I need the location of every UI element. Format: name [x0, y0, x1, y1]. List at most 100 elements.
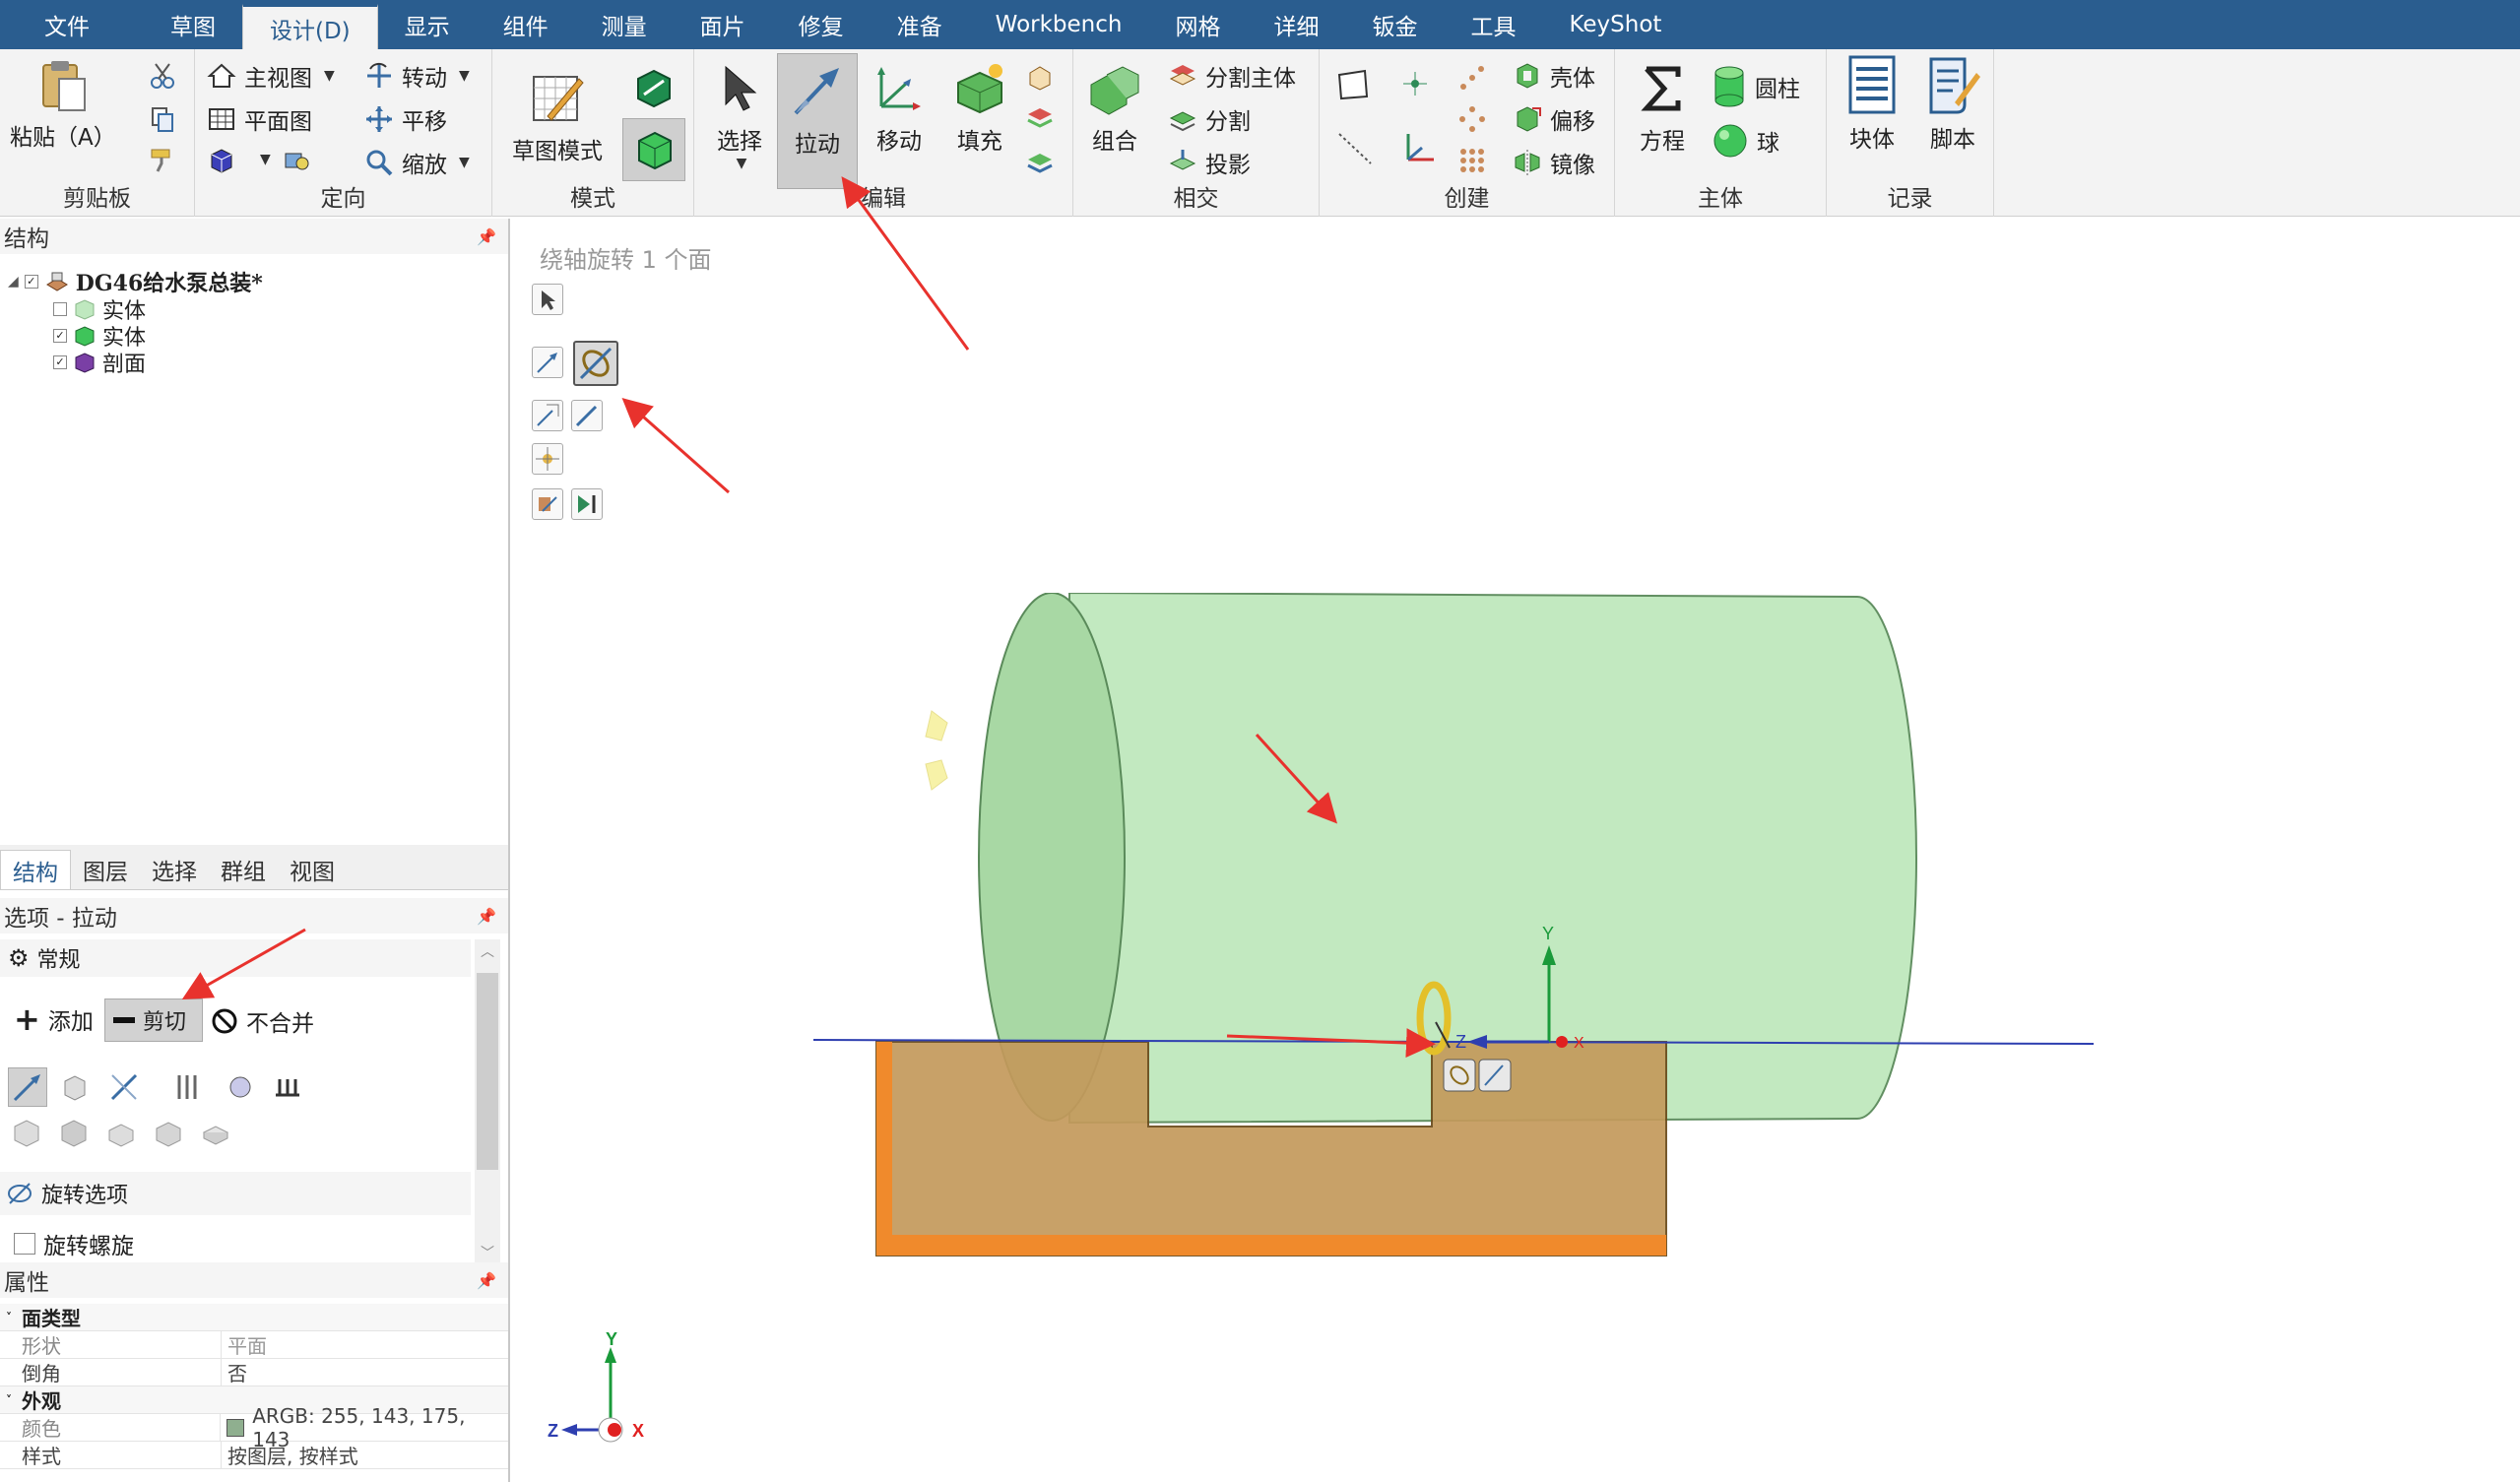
equation-button[interactable]: 方程: [1635, 61, 1690, 156]
pull-direction-option[interactable]: [8, 1067, 47, 1107]
chevron-down-icon[interactable]: ▼: [737, 156, 747, 171]
layers-tool-icon[interactable]: [1025, 104, 1055, 134]
view-cube-icon[interactable]: [207, 146, 236, 175]
split-button[interactable]: 分割: [1168, 102, 1251, 136]
rotate-button[interactable]: 转动 ▼: [364, 59, 470, 93]
ruled-option-icon[interactable]: [173, 1071, 205, 1103]
cut-icon[interactable]: [148, 61, 177, 91]
pivot-option-icon[interactable]: [225, 1071, 256, 1103]
up-to-guide-button[interactable]: [532, 400, 563, 431]
tab-layers[interactable]: 图层: [71, 850, 140, 889]
scroll-down-icon[interactable]: ﹀: [475, 1243, 500, 1262]
3d-viewport[interactable]: 绕轴旋转 1 个面 Y Z X Y Z X: [518, 219, 2520, 1482]
select-guide-button[interactable]: [532, 284, 563, 315]
3d-mode-button[interactable]: [622, 118, 685, 181]
on-model-revolve-button[interactable]: [1443, 1059, 1476, 1092]
tree-item-checkbox[interactable]: [53, 302, 67, 316]
fill-button[interactable]: 填充: [952, 61, 1007, 156]
plan-view-button[interactable]: 平面图: [207, 102, 312, 136]
menu-tab-prepare[interactable]: 准备: [871, 0, 969, 49]
copy-face-icon[interactable]: [104, 1117, 138, 1150]
cylinder-button[interactable]: 圆柱: [1712, 65, 1800, 108]
menu-tab-workbench[interactable]: Workbench: [969, 0, 1149, 49]
sphere-button[interactable]: 球: [1712, 122, 1779, 160]
menu-tab-sheetmetal[interactable]: 钣金: [1345, 0, 1444, 49]
chevron-down-icon[interactable]: ▼: [459, 155, 470, 170]
mirror-button[interactable]: 镜像: [1513, 146, 1595, 179]
tab-groups[interactable]: 群组: [209, 850, 278, 889]
collapse-icon[interactable]: ˅: [6, 1393, 12, 1407]
pin-icon[interactable]: 📌: [477, 1271, 496, 1290]
point-icon[interactable]: [1400, 69, 1430, 98]
rotate-helix-checkbox[interactable]: [14, 1233, 35, 1255]
format-painter-icon[interactable]: [148, 146, 177, 175]
chevron-down-icon[interactable]: ▼: [324, 68, 335, 84]
options-scrollbar[interactable]: ︿ ﹀: [475, 939, 500, 1264]
menu-tab-file[interactable]: 文件: [0, 0, 144, 49]
collapse-icon[interactable]: ˅: [6, 1311, 12, 1324]
props-value[interactable]: 按图层, 按样式: [222, 1441, 358, 1469]
menu-tab-detail[interactable]: 详细: [1247, 0, 1345, 49]
sketch-mode-button[interactable]: 草图模式: [512, 71, 603, 165]
general-section-header[interactable]: ⚙ 常规: [0, 939, 471, 977]
props-value[interactable]: 平面: [222, 1330, 267, 1359]
section-mode-icon[interactable]: [630, 65, 678, 112]
script-button[interactable]: 脚本: [1925, 53, 1980, 154]
scrollbar-thumb[interactable]: [477, 973, 498, 1170]
tab-structure[interactable]: 结构: [0, 850, 71, 889]
home-view-button[interactable]: 主视图 ▼: [207, 59, 335, 93]
highlight-face[interactable]: [876, 1042, 892, 1256]
no-merge-button[interactable]: 不合并: [211, 1004, 314, 1038]
props-value[interactable]: 否: [222, 1358, 247, 1386]
menu-tab-display[interactable]: 显示: [378, 0, 477, 49]
props-category[interactable]: ˅ 面类型: [0, 1304, 508, 1331]
rotate-options-section[interactable]: 旋转选项: [0, 1172, 471, 1215]
both-sides-option-icon[interactable]: [108, 1071, 140, 1103]
menu-tab-tools[interactable]: 工具: [1444, 0, 1542, 49]
tree-root-checkbox[interactable]: ✓: [24, 275, 38, 289]
face-tool-icon[interactable]: [1025, 63, 1055, 93]
cap-face-icon[interactable]: [10, 1117, 43, 1150]
circular-pattern-icon[interactable]: [1457, 104, 1487, 134]
pivot-guide-button[interactable]: [532, 443, 563, 475]
tree-item-checkbox[interactable]: ✓: [53, 355, 67, 369]
up-to-option-icon[interactable]: [59, 1071, 91, 1103]
menu-tab-design[interactable]: 设计(D): [242, 4, 378, 49]
shell-button[interactable]: 壳体: [1513, 59, 1595, 93]
menu-tab-sketch[interactable]: 草图: [144, 0, 242, 49]
paste-button[interactable]: 粘贴（A）: [10, 57, 116, 152]
tab-views[interactable]: 视图: [278, 850, 347, 889]
menu-tab-mesh[interactable]: 网格: [1148, 0, 1247, 49]
pan-button[interactable]: 平移: [364, 102, 447, 136]
offset-face-icon[interactable]: [152, 1117, 185, 1150]
split-body-button[interactable]: 分割主体: [1168, 59, 1296, 93]
menu-tab-assembly[interactable]: 组件: [477, 0, 575, 49]
highlight-face[interactable]: [876, 1235, 1666, 1256]
menu-tab-repair[interactable]: 修复: [772, 0, 871, 49]
add-mode-button[interactable]: + 添加: [14, 1002, 94, 1036]
rotate-helix-option[interactable]: 旋转螺旋: [14, 1227, 134, 1260]
pin-icon[interactable]: 📌: [477, 227, 496, 246]
thicken-face-icon[interactable]: [199, 1117, 232, 1150]
line-icon[interactable]: [1335, 128, 1375, 167]
rectangle-sketch-icon[interactable]: [1335, 67, 1371, 102]
offset-button[interactable]: 偏移: [1513, 102, 1595, 136]
axis-icon[interactable]: [1398, 128, 1438, 167]
block-button[interactable]: 块体: [1846, 53, 1898, 154]
combine-button[interactable]: 组合: [1087, 61, 1142, 156]
view-layout-icon[interactable]: [282, 146, 311, 175]
menu-tab-measure[interactable]: 测量: [575, 0, 674, 49]
pattern-dots-icon[interactable]: [1457, 63, 1487, 93]
pull-button[interactable]: 拉动: [777, 53, 858, 189]
tweak-tool-icon[interactable]: [1025, 146, 1055, 175]
extent-face-icon[interactable]: [57, 1117, 91, 1150]
cut-mode-button[interactable]: 剪切: [104, 999, 203, 1042]
tree-item-checkbox[interactable]: ✓: [53, 329, 67, 343]
tree-item[interactable]: ✓ 剖面: [53, 347, 146, 378]
model-canvas[interactable]: Y Z X: [813, 593, 2192, 1302]
direction-guide-button[interactable]: [532, 347, 563, 378]
tree-expand-icon[interactable]: ◢: [8, 274, 19, 290]
menu-tab-facets[interactable]: 面片: [674, 0, 772, 49]
pin-icon[interactable]: 📌: [477, 907, 496, 926]
ruler-guide-button[interactable]: [571, 400, 603, 431]
